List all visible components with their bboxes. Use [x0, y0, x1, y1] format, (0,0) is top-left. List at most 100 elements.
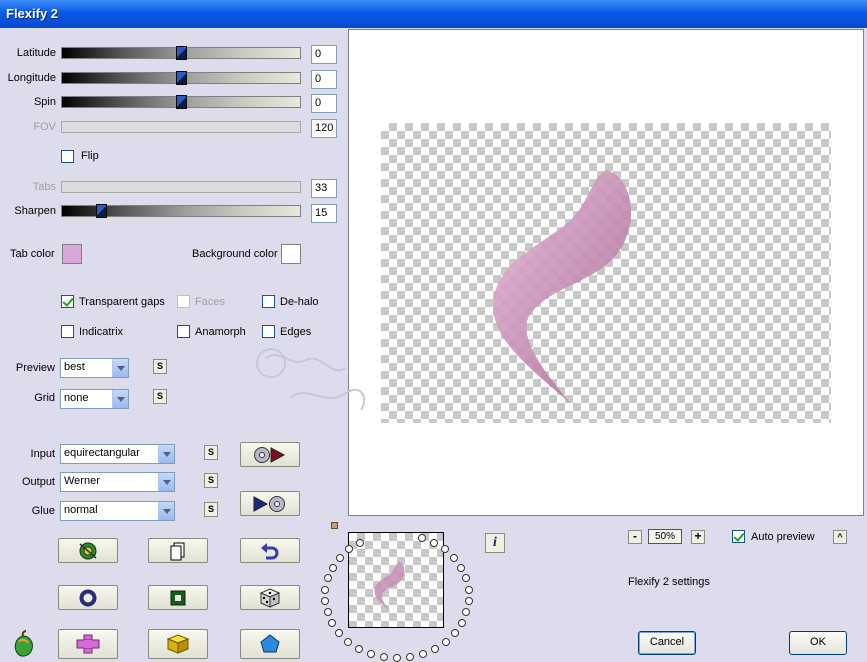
output-select-value: Werner [64, 475, 100, 487]
collapse-button[interactable]: ^ [833, 530, 847, 544]
square-shape-button[interactable] [148, 585, 208, 610]
tab-color-swatch[interactable] [62, 244, 82, 264]
fov-slider [61, 121, 301, 133]
watermark-logo-icon [256, 348, 366, 411]
info-button[interactable]: i [485, 533, 505, 553]
longitude-value[interactable]: 0 [311, 70, 337, 89]
latitude-slider-thumb[interactable] [176, 46, 187, 60]
copy-button[interactable] [148, 538, 208, 563]
tabs-value[interactable]: 33 [311, 179, 337, 198]
output-label: Output [21, 476, 55, 488]
copy-page-icon [170, 542, 185, 560]
thumbnail-shape-image [374, 561, 405, 613]
longitude-label: Longitude [7, 72, 56, 84]
navigator-dot [329, 563, 338, 572]
output-s-button[interactable]: S [204, 473, 218, 488]
chevron-down-icon[interactable] [158, 502, 174, 520]
navigator-dot [440, 545, 449, 554]
spin-value[interactable]: 0 [311, 94, 337, 113]
flaming-pear-logo-icon [14, 630, 33, 657]
navigator-dot [464, 585, 473, 594]
de-halo-label: De-halo [280, 296, 319, 308]
faces-checkbox [177, 295, 190, 308]
navigator-dot [356, 538, 365, 547]
navigator-dot [324, 574, 332, 583]
dice-button[interactable] [240, 585, 300, 610]
navigator-dot [344, 637, 353, 646]
fov-label: FOV [33, 121, 56, 133]
randomize-button[interactable] [58, 538, 118, 563]
de-halo-checkbox[interactable] [262, 295, 275, 308]
input-s-button[interactable]: S [204, 445, 218, 460]
navigator-dot [441, 637, 450, 646]
undo-button[interactable] [240, 538, 300, 563]
preview-canvas[interactable] [256, 29, 864, 516]
navigator-dot [464, 597, 473, 606]
anamorph-checkbox[interactable] [177, 325, 190, 338]
preview-s-button[interactable]: S [153, 359, 167, 374]
input-label: Input [30, 448, 55, 460]
flip-label: Flip [81, 150, 99, 162]
output-select[interactable]: Werner [60, 472, 175, 492]
cross-shape-button[interactable] [58, 629, 118, 659]
spin-slider[interactable] [61, 95, 301, 109]
input-select-value: equirectangular [64, 447, 140, 459]
swap-to-input-button[interactable] [240, 491, 300, 516]
title-bar: Flexify 2 [0, 0, 867, 28]
spin-label: Spin [33, 96, 56, 108]
tab-color-label: Tab color [10, 248, 55, 260]
preview-label: Preview [15, 362, 55, 374]
ring-icon [79, 589, 97, 606]
sharpen-value[interactable]: 15 [311, 204, 337, 223]
chevron-down-icon[interactable] [112, 390, 128, 408]
swap-to-output-button[interactable] [240, 442, 300, 467]
flip-checkbox[interactable] [61, 150, 74, 163]
input-select[interactable]: equirectangular [60, 444, 175, 464]
sharpen-slider-thumb[interactable] [96, 204, 107, 218]
cancel-button[interactable]: Cancel [638, 631, 696, 655]
spin-slider-thumb[interactable] [176, 95, 187, 109]
latitude-value[interactable]: 0 [311, 45, 337, 64]
indicatrix-checkbox[interactable] [61, 325, 74, 338]
cube-shape-button[interactable] [148, 629, 208, 659]
longitude-slider[interactable] [61, 71, 301, 85]
glue-select[interactable]: normal [60, 501, 175, 521]
navigator-dot [335, 629, 344, 638]
edges-label: Edges [280, 326, 312, 338]
grid-label: Grid [34, 392, 55, 404]
faces-label: Faces [195, 296, 225, 308]
tabs-slider [61, 181, 301, 193]
navigator-dot [462, 608, 471, 617]
auto-preview-checkbox[interactable] [732, 530, 745, 543]
edges-checkbox[interactable] [262, 325, 275, 338]
chevron-down-icon[interactable] [112, 359, 128, 377]
longitude-slider-thumb[interactable] [176, 71, 187, 85]
pentagon-shape-button[interactable] [240, 629, 300, 659]
cube-icon [166, 634, 190, 654]
navigator-dot [336, 553, 345, 562]
navigator-handle[interactable] [331, 522, 338, 529]
zoom-out-button[interactable]: - [628, 530, 642, 544]
latitude-slider[interactable] [61, 46, 301, 60]
glue-s-button[interactable]: S [204, 502, 218, 517]
zoom-level: 50% [648, 529, 682, 544]
ok-button[interactable]: OK [789, 631, 847, 655]
chevron-down-icon[interactable] [158, 473, 174, 491]
random-icon [79, 542, 97, 559]
preview-select[interactable]: best [60, 358, 129, 378]
transparent-gaps-checkbox[interactable] [61, 295, 74, 308]
grid-select[interactable]: none [60, 389, 129, 409]
square-frame-icon [170, 590, 186, 605]
grid-select-value: none [64, 392, 89, 404]
sharpen-slider[interactable] [61, 204, 301, 218]
fov-value[interactable]: 120 [311, 119, 337, 138]
indicatrix-label: Indicatrix [79, 326, 124, 338]
ring-shape-button[interactable] [58, 585, 118, 610]
grid-s-button[interactable]: S [153, 389, 167, 404]
navigator-thumbnail[interactable] [348, 532, 444, 628]
navigator-dot [354, 644, 363, 653]
navigator-dot [431, 644, 440, 653]
zoom-in-button[interactable]: + [691, 530, 705, 544]
chevron-down-icon[interactable] [158, 445, 174, 463]
background-color-swatch[interactable] [281, 244, 301, 264]
